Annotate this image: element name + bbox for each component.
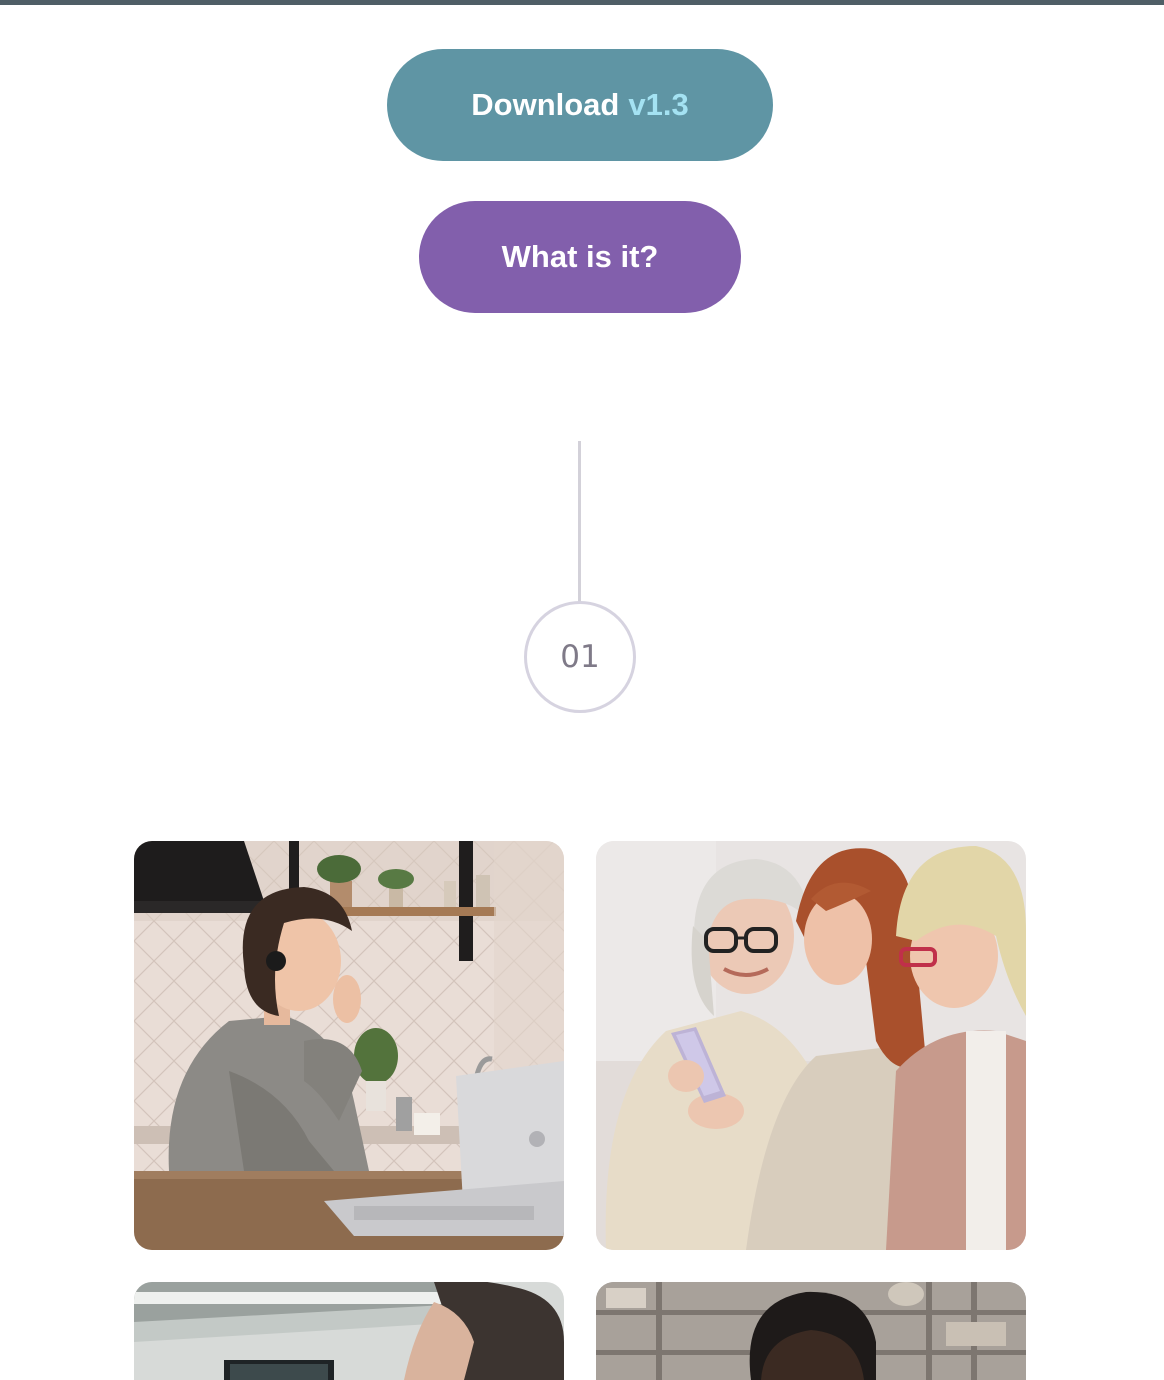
download-label: Download <box>471 87 620 122</box>
step-connector-line <box>578 441 581 602</box>
what-is-it-button[interactable]: What is it? <box>419 201 741 313</box>
photo-women-with-phone <box>596 841 1026 1250</box>
photo-person-at-window <box>134 1282 564 1380</box>
photo-man-at-bookshelf <box>596 1282 1026 1380</box>
step-number-circle: 01 <box>524 601 636 713</box>
photo-woman-laptop-kitchen <box>134 841 564 1250</box>
top-border-bar <box>0 0 1164 5</box>
step-number: 01 <box>560 639 600 675</box>
what-is-it-label: What is it? <box>501 239 659 274</box>
download-version: v1.3 <box>628 87 689 122</box>
download-button[interactable]: Download v1.3 <box>387 49 773 161</box>
